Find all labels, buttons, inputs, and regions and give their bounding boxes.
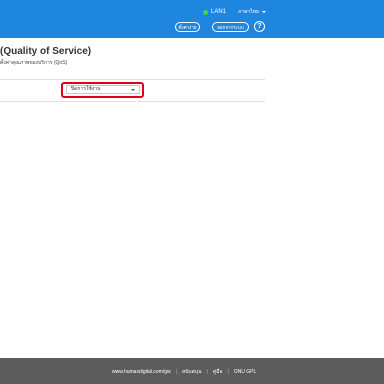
page-title: (Quality of Service) bbox=[0, 46, 92, 57]
page-subtitle: ตั้งค่าคุณภาพของบริการ (QoS) bbox=[0, 60, 68, 66]
divider-top bbox=[0, 79, 265, 80]
divider-bottom bbox=[0, 101, 265, 102]
logout-button[interactable]: ออกจากระบบ bbox=[212, 22, 249, 32]
quick-settings-button[interactable]: ตั้งค่าง่าย bbox=[175, 22, 200, 32]
manual-link[interactable]: คู่มือ bbox=[213, 368, 223, 376]
footer-separator: | bbox=[227, 369, 229, 375]
qos-select-value: ปิดการใช้งาน bbox=[71, 86, 101, 92]
gpl-link[interactable]: ONU GPL bbox=[234, 369, 257, 375]
status-dot-icon bbox=[203, 9, 208, 15]
website-link[interactable]: www.humaxdigital.com/gw bbox=[112, 369, 171, 375]
status-label: LAN1 bbox=[211, 9, 227, 15]
qos-select[interactable]: ปิดการใช้งาน bbox=[66, 85, 140, 94]
support-link[interactable]: สนับสนุน bbox=[182, 368, 202, 376]
chevron-down-icon bbox=[261, 11, 266, 13]
connection-status: LAN1 bbox=[203, 7, 226, 17]
language-selector[interactable]: ภาษาไทย bbox=[238, 7, 266, 17]
help-icon[interactable]: ? bbox=[254, 21, 265, 32]
footer-separator: | bbox=[206, 369, 208, 375]
language-label: ภาษาไทย bbox=[238, 9, 259, 15]
footer-links: www.humaxdigital.com/gw | สนับสนุน | คู่… bbox=[112, 368, 256, 376]
footer-separator: | bbox=[175, 369, 177, 375]
chevron-down-icon bbox=[131, 89, 135, 91]
